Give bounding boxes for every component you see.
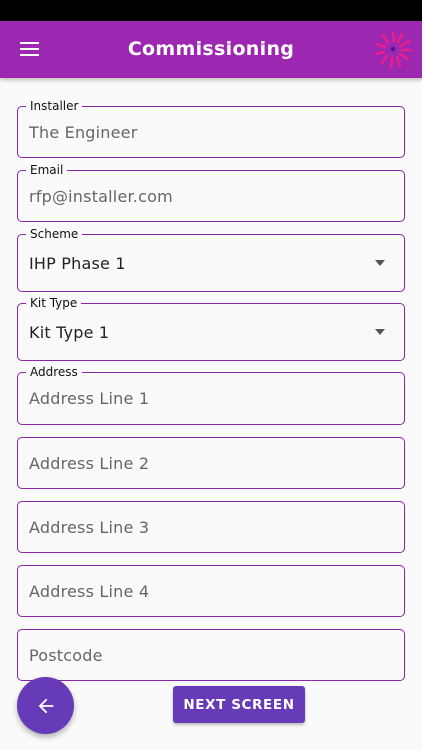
email-field[interactable]: Email rfp@installer.com bbox=[17, 163, 405, 222]
status-bar bbox=[0, 0, 422, 21]
dropdown-arrow-icon bbox=[375, 329, 385, 335]
kit-type-select[interactable]: Kit Type Kit Type 1 bbox=[17, 296, 405, 361]
app-bar: Commissioning bbox=[0, 21, 422, 78]
hamburger-icon bbox=[19, 42, 39, 44]
address-line-1-field[interactable]: Address Address Line 1 bbox=[17, 365, 405, 425]
arrow-left-icon bbox=[38, 698, 53, 713]
menu-button[interactable] bbox=[10, 31, 48, 67]
hamburger-icon-bar bbox=[19, 54, 39, 56]
address-line-2-placeholder: Address Line 2 bbox=[29, 453, 150, 473]
installer-value: The Engineer bbox=[29, 122, 138, 142]
address-line-3-field[interactable]: Address Line 3 bbox=[17, 501, 405, 553]
address-line-3-placeholder: Address Line 3 bbox=[29, 517, 150, 537]
scheme-value: IHP Phase 1 bbox=[29, 253, 126, 273]
postcode-field[interactable]: Postcode bbox=[17, 629, 405, 681]
address-line-4-placeholder: Address Line 4 bbox=[29, 581, 150, 601]
address-line-2-field[interactable]: Address Line 2 bbox=[17, 437, 405, 489]
back-button[interactable] bbox=[17, 677, 74, 734]
installer-field[interactable]: Installer The Engineer bbox=[17, 99, 405, 158]
postcode-placeholder: Postcode bbox=[29, 645, 103, 665]
email-value: rfp@installer.com bbox=[29, 186, 173, 206]
page-title: Commissioning bbox=[127, 38, 295, 60]
brand-logo-icon bbox=[374, 30, 413, 69]
next-screen-button[interactable]: NEXT SCREEN bbox=[173, 686, 305, 723]
address-line-1-placeholder: Address Line 1 bbox=[29, 389, 150, 408]
address-line-4-field[interactable]: Address Line 4 bbox=[17, 565, 405, 617]
dropdown-arrow-icon bbox=[375, 260, 385, 266]
scheme-select[interactable]: Scheme IHP Phase 1 bbox=[17, 227, 405, 292]
hamburger-icon-bar bbox=[19, 48, 39, 50]
kit-type-value: Kit Type 1 bbox=[29, 322, 110, 342]
